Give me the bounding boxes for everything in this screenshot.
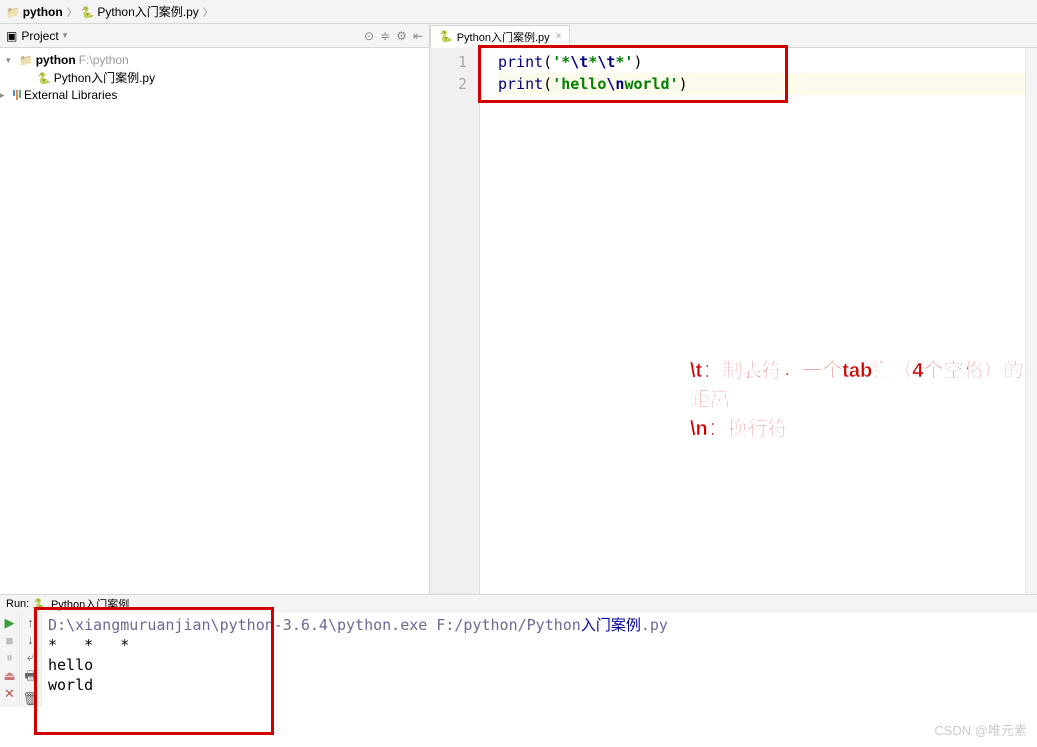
run-body: ▶ ■ ⏸ ⏏ ✕ ↑ ↓ ⤶ 🖶 🗑 D:\xiangmuruanjian\p… xyxy=(0,613,1037,707)
project-toolbar: ⊙ ≑ ⚙ ⇤ xyxy=(364,29,423,43)
tree-node-hint: F:\python xyxy=(79,53,129,67)
breadcrumb-item-file[interactable]: Python入门案例.py xyxy=(81,3,199,20)
chevron-right-icon: 〉 xyxy=(67,4,77,19)
settings-icon[interactable]: ⚙ xyxy=(396,29,407,43)
code-editor[interactable]: 1 2 print('*\t*\t*') print('hello\nworld… xyxy=(430,48,1037,594)
print-icon[interactable]: 🖶 xyxy=(24,667,36,689)
dropdown-icon[interactable]: ▾ xyxy=(63,30,68,41)
annotation-line: \t：制表符，一个tab键（4个空格）的距离 xyxy=(690,354,1037,412)
down-icon[interactable]: ↓ xyxy=(27,632,34,647)
code-line: print('hello\nworld') xyxy=(498,73,1037,95)
expand-icon[interactable]: ≑ xyxy=(380,29,390,43)
line-number: 1 xyxy=(430,51,467,73)
breadcrumb-label: Python入门案例.py xyxy=(97,3,198,20)
exit-icon[interactable]: ⏏ xyxy=(3,668,15,684)
editor-tab-bar: Python入门案例.py × xyxy=(430,24,1037,48)
run-toolbar-left: ▶ ■ ⏸ ⏏ ✕ xyxy=(0,613,20,707)
project-title-group: ▣ Project ▾ xyxy=(6,29,67,43)
run-config-name[interactable]: Python入门案例 xyxy=(51,596,129,612)
tree-node-label: python xyxy=(36,53,76,67)
editor-tab[interactable]: Python入门案例.py × xyxy=(430,25,570,48)
python-file-icon xyxy=(33,598,47,611)
python-file-icon xyxy=(81,5,95,19)
breadcrumb-item-project[interactable]: python xyxy=(6,5,63,19)
up-icon[interactable]: ↑ xyxy=(27,615,34,630)
project-title[interactable]: Project xyxy=(21,29,58,43)
expand-arrow-icon[interactable]: ▸ xyxy=(0,90,10,101)
console-line: hello xyxy=(48,655,1031,675)
folder-icon xyxy=(19,53,33,67)
hide-icon[interactable]: ⇤ xyxy=(413,29,423,43)
annotation-line: \n：换行符 xyxy=(690,412,1037,441)
library-icon xyxy=(13,90,21,100)
tree-file[interactable]: Python入门案例.py xyxy=(0,68,429,87)
folder-icon xyxy=(6,5,20,19)
editor-panel: Python入门案例.py × 1 2 print('*\t*\t*') pri… xyxy=(430,24,1037,594)
soft-wrap-icon[interactable]: ⤶ xyxy=(27,649,34,665)
console-line: D:\xiangmuruanjian\python-3.6.4\python.e… xyxy=(48,615,1031,635)
project-panel: ▣ Project ▾ ⊙ ≑ ⚙ ⇤ ▾ python F:\python P… xyxy=(0,24,430,594)
main-area: ▣ Project ▾ ⊙ ≑ ⚙ ⇤ ▾ python F:\python P… xyxy=(0,24,1037,594)
project-header: ▣ Project ▾ ⊙ ≑ ⚙ ⇤ xyxy=(0,24,429,48)
close-tab-icon[interactable]: × xyxy=(556,31,562,42)
code-content[interactable]: print('*\t*\t*') print('hello\nworld') xyxy=(480,48,1037,594)
console-line: * * * xyxy=(48,635,1031,655)
annotation-overlay: \t：制表符，一个tab键（4个空格）的距离 \n：换行符 xyxy=(690,354,1037,441)
editor-scrollbar[interactable] xyxy=(1025,48,1037,594)
tree-node-label: External Libraries xyxy=(24,88,117,102)
line-number: 2 xyxy=(430,73,467,95)
run-header: Run: Python入门案例 xyxy=(0,595,1037,613)
tree-external-libs[interactable]: ▸ External Libraries xyxy=(0,87,429,103)
console-output[interactable]: D:\xiangmuruanjian\python-3.6.4\python.e… xyxy=(42,613,1037,707)
chevron-right-icon: 〉 xyxy=(203,4,213,19)
trash-icon[interactable]: 🗑 xyxy=(22,691,39,707)
run-toolbar-right: ↑ ↓ ⤶ 🖶 🗑 xyxy=(20,613,42,707)
rerun-icon[interactable]: ▶ xyxy=(5,615,15,631)
project-tree: ▾ python F:\python Python入门案例.py ▸ Exter… xyxy=(0,48,429,107)
watermark: CSDN @唯元素 xyxy=(934,720,1027,739)
stop-icon[interactable]: ■ xyxy=(6,633,14,648)
run-panel: Run: Python入门案例 ▶ ■ ⏸ ⏏ ✕ ↑ ↓ ⤶ 🖶 🗑 D:\x… xyxy=(0,594,1037,707)
pause-icon[interactable]: ⏸ xyxy=(6,650,13,666)
breadcrumb-label: python xyxy=(23,5,63,19)
python-file-icon xyxy=(37,71,51,85)
run-label: Run: xyxy=(6,598,29,610)
line-gutter: 1 2 xyxy=(430,48,480,594)
code-line: print('*\t*\t*') xyxy=(498,51,1037,73)
python-file-icon xyxy=(439,30,453,43)
breadcrumb: python 〉 Python入门案例.py 〉 xyxy=(0,0,1037,24)
close-icon[interactable]: ✕ xyxy=(4,686,15,702)
expand-arrow-icon[interactable]: ▾ xyxy=(6,55,16,66)
tree-node-label: Python入门案例.py xyxy=(54,69,155,86)
project-view-icon: ▣ xyxy=(6,29,17,43)
tree-root[interactable]: ▾ python F:\python xyxy=(0,52,429,68)
tab-label: Python入门案例.py xyxy=(457,29,550,45)
collapse-icon[interactable]: ⊙ xyxy=(364,29,374,43)
console-line: world xyxy=(48,675,1031,695)
